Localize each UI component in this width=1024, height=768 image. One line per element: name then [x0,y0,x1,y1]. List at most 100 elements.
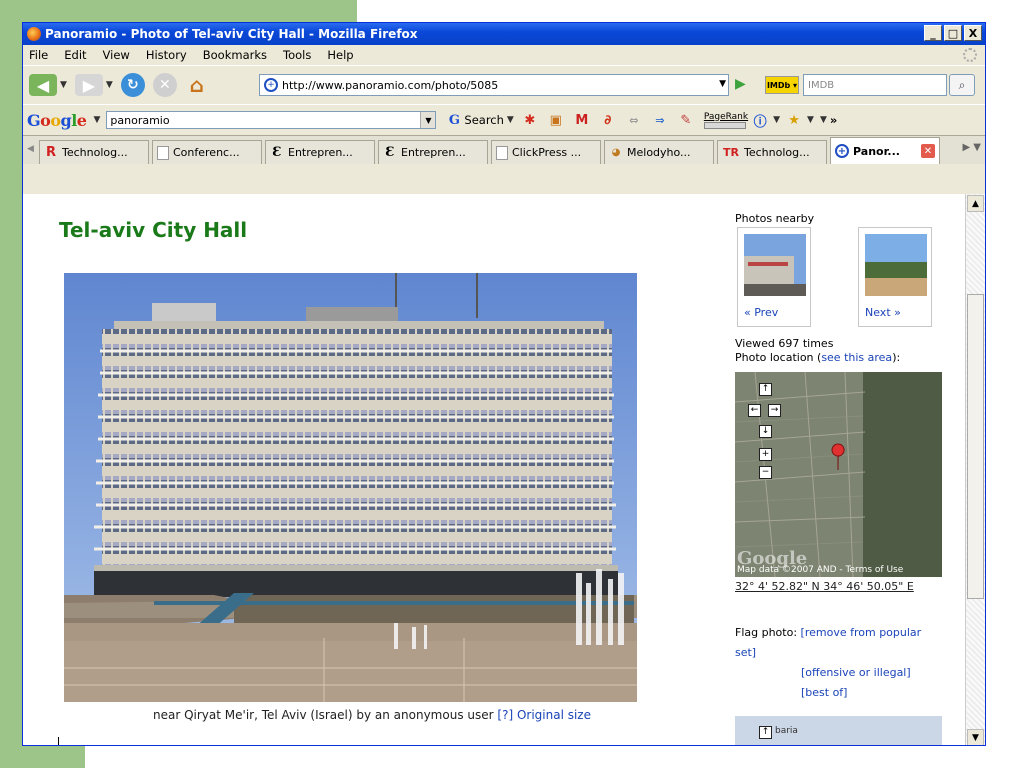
stop-icon[interactable]: ✕ [152,73,177,97]
menu-view[interactable]: View [103,48,130,62]
popup-blocker-icon[interactable]: ▣ [548,112,564,128]
tab-clickpress[interactable]: ClickPress ... [491,140,601,164]
tab-technologyreview-1[interactable]: R Technolog... [39,140,149,164]
info-dropdown-icon[interactable]: ▼ [773,115,780,125]
map-pan-down-icon[interactable]: ↓ [759,425,772,438]
home-icon[interactable]: ⌂ [185,73,209,97]
tab-label: Technolog... [62,146,128,159]
tab-conference[interactable]: Conferenc... [152,140,262,164]
menu-tools[interactable]: Tools [283,48,311,62]
menu-help[interactable]: Help [327,48,353,62]
pagerank-indicator[interactable]: PageRank [703,112,748,129]
original-size-link[interactable]: Original size [517,708,591,722]
tab-melodyhound[interactable]: ◕ Melodyho... [604,140,714,164]
tab-panoramio[interactable]: + Panor... ✕ [830,137,940,164]
search-dropdown-icon[interactable]: ▼ [507,115,514,125]
forward-button[interactable]: ▶ ▼ [74,74,113,96]
next-photo-card[interactable]: Next » [858,227,932,327]
tab-entrepreneur-2[interactable]: Ɛ Entrepren... [378,140,488,164]
magnifier-icon[interactable]: ⌕ [949,74,975,96]
tab-list-icon[interactable]: ▶ ▼ [962,142,981,153]
bookmarks-icon[interactable]: ★ [786,112,802,128]
menu-file[interactable]: File [29,48,48,62]
vertical-scrollbar[interactable]: ▲ ▼ [965,194,985,745]
page-content: Tel-aviv City Hall near Qiryat Me'ir, Te… [23,194,967,745]
map-pan-right-icon[interactable]: → [768,404,781,417]
slide-background-top [0,0,357,22]
caption-text: near Qiryat Me'ir, Tel Aviv (Israel) by … [153,708,494,722]
menu-edit[interactable]: Edit [64,48,86,62]
google-menu-dropdown-icon[interactable]: ▼ [93,115,100,125]
sendto-icon[interactable]: ⇒ [652,112,668,128]
best-of-link[interactable]: [best of] [801,686,847,699]
reload-icon[interactable]: ↻ [120,73,145,97]
window-controls: _ □ X [924,25,982,41]
google-search-input[interactable]: panoramio ▼ [106,111,437,129]
tab-bar: ◀ R Technolog... Conferenc... Ɛ Entrepre… [23,136,985,164]
overview-map[interactable]: ↑ baria [735,716,942,745]
menu-history[interactable]: History [146,48,187,62]
location-suffix: ): [892,351,901,364]
gmail-icon[interactable]: M [574,112,590,128]
forward-dropdown-icon[interactable]: ▼ [106,80,113,90]
map-pan-left-icon[interactable]: ← [748,404,761,417]
bird-favicon-icon: ◕ [611,147,621,158]
share-icon[interactable]: ⇔ [626,112,642,128]
title-bar[interactable]: Panoramio - Photo of Tel-aviv City Hall … [23,23,985,45]
news-icon[interactable]: ✱ [522,112,538,128]
minimize-button[interactable]: _ [924,25,942,41]
address-bar[interactable]: + http://www.panoramio.com/photo/5085 ▼ [259,74,729,96]
prev-photo-card[interactable]: « Prev [737,227,811,327]
bookmarks-dropdown-icon[interactable]: ▼ [807,115,814,125]
next-link[interactable]: Next » [865,306,901,319]
next-thumbnail[interactable] [865,234,927,296]
panoramio-favicon-icon: + [835,144,849,158]
search-input[interactable]: IMDB [803,74,947,96]
scroll-down-icon[interactable]: ▼ [967,729,984,745]
address-dropdown-icon[interactable]: ▼ [719,79,726,89]
go-icon[interactable]: ▶ [735,76,751,94]
tab-label: Conferenc... [173,146,240,159]
map-zoom-out-icon[interactable]: − [759,466,772,479]
flag-photo-section: Flag photo: [remove from popular set] [o… [735,623,935,703]
e-favicon-icon: Ɛ [385,145,395,160]
main-photo[interactable] [64,273,637,702]
spellcheck-icon[interactable]: ✎ [678,112,694,128]
tab-close-icon[interactable]: ✕ [921,144,935,158]
search-engine-selector[interactable]: IMDb ▾ [765,76,799,94]
back-button[interactable]: ◀ ▼ [29,74,67,96]
google-search-query: panoramio [110,113,170,127]
prev-link[interactable]: « Prev [744,306,778,319]
google-search-dropdown-icon[interactable]: ▼ [420,112,436,128]
google-search-button[interactable]: G Search ▼ [446,112,514,128]
prev-thumbnail[interactable] [744,234,806,296]
toolbar-more-button[interactable]: » [830,113,837,127]
e-favicon-icon: Ɛ [272,145,282,160]
more-dropdown-icon[interactable]: ▼ [820,115,827,125]
tab-label: Entrepren... [288,146,353,159]
map-pan-up-icon[interactable]: ↑ [759,383,772,396]
map-attribution[interactable]: Map data ©2007 AND - Terms of Use [737,565,903,575]
see-this-area-link[interactable]: see this area [821,351,892,364]
tab-technologyreview-2[interactable]: TR Technolog... [717,140,827,164]
minimap-pan-up-icon[interactable]: ↑ [759,726,772,739]
caption-help-link[interactable]: [?] [497,708,513,722]
map-zoom-in-icon[interactable]: + [759,448,772,461]
menu-bookmarks[interactable]: Bookmarks [203,48,267,62]
tab-scroll-left-icon[interactable]: ◀ [27,144,34,154]
tab-entrepreneur-1[interactable]: Ɛ Entrepren... [265,140,375,164]
window-title: Panoramio - Photo of Tel-aviv City Hall … [45,27,418,41]
info-icon[interactable]: ⓘ [752,112,768,130]
scroll-up-icon[interactable]: ▲ [967,195,984,212]
photo-coordinates[interactable]: 32° 4' 52.82" N 34° 46' 50.05" E [735,580,914,593]
offensive-link[interactable]: [offensive or illegal] [801,666,911,679]
maximize-button[interactable]: □ [944,25,962,41]
location-prefix: Photo location ( [735,351,822,364]
google-toolbar-logo[interactable]: Google [27,111,87,130]
scroll-thumb[interactable] [967,294,984,599]
back-dropdown-icon[interactable]: ▼ [60,80,67,90]
location-map[interactable]: ↑ ← → ↓ + − Google Map data ©2007 AND - … [735,372,942,577]
highlighter-icon[interactable]: ∂ [600,112,616,128]
close-button[interactable]: X [964,25,982,41]
photo-stats: Viewed 697 times Photo location (see thi… [735,337,900,365]
